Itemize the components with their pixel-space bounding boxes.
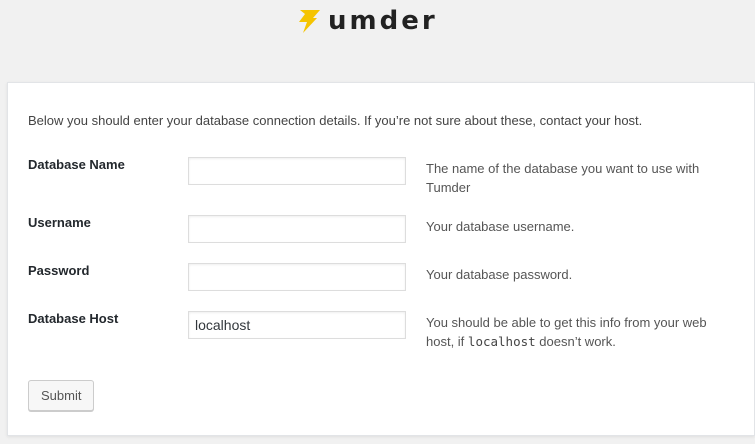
field-label: Database Host [28,311,119,326]
setup-form-card: Below you should enter your database con… [7,82,755,436]
field-help: Your database password. [426,267,573,282]
username-input[interactable] [188,215,406,243]
database-host-input[interactable] [188,311,406,339]
field-help: Your database username. [426,219,575,234]
field-label: Database Name [28,157,125,172]
header: umder [0,0,755,82]
database-name-input[interactable] [188,157,406,185]
field-help: The name of the database you want to use… [426,161,700,195]
submit-button[interactable]: Submit [28,380,95,411]
help-code: localhost [467,334,536,349]
password-input[interactable] [188,263,406,291]
field-label: Username [28,215,91,230]
lightning-bolt-icon [299,10,320,33]
brand-name: umder [328,6,438,36]
form-intro: Below you should enter your database con… [28,113,643,128]
help-text: doesn’t work. [535,334,616,349]
brand-logo[interactable]: umder [296,6,438,36]
field-help: You should be able to get this info from… [426,313,726,351]
field-label: Password [28,263,90,278]
